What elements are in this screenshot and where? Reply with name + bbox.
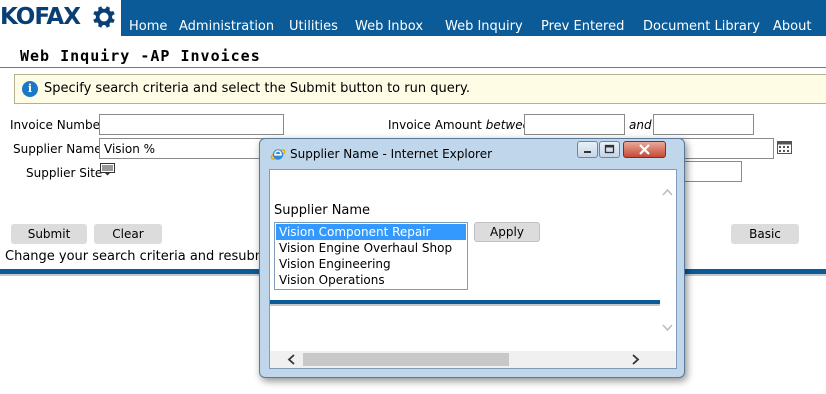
list-option[interactable]: Vision Component Repair [276,224,466,240]
maximize-icon [604,144,615,154]
nav-administration[interactable]: Administration [179,19,274,35]
list-option[interactable]: Vision Engineering [276,256,466,272]
maximize-button[interactable] [599,141,620,158]
minimize-button[interactable] [577,141,598,158]
logo-text: KOFAX [0,4,81,30]
nav-prev-entered[interactable]: Prev Entered [541,19,624,35]
info-bar: i Specify search criteria and select the… [14,74,826,104]
nav-about[interactable]: About [773,19,811,35]
list-option[interactable]: Vision Operations [276,272,466,288]
popup-content: Supplier Name Vision Component Repair Vi… [269,169,677,369]
scroll-left-icon[interactable] [287,354,295,365]
horizontal-scrollbar[interactable] [270,351,676,368]
info-icon: i [22,81,38,97]
scroll-up-icon[interactable] [662,188,673,196]
internet-explorer-icon [270,149,286,160]
popup-divider-shadow [270,304,660,306]
invoice-amount-label: Invoice Amount between [388,118,538,132]
vertical-scrollbar[interactable] [659,170,676,353]
nav-document-library[interactable]: Document Library [643,19,760,35]
list-option[interactable]: Vision Engine Overhaul Shop [276,240,466,256]
info-message: Specify search criteria and select the S… [44,81,471,96]
amount-from-input[interactable] [524,114,625,135]
page-title: Web Inquiry -AP Invoices [20,47,261,65]
app-header: KOFAX Home Administration Utilities Web … [0,0,826,36]
apply-button[interactable]: Apply [474,222,540,242]
amount-to-input[interactable] [653,114,754,135]
clear-button[interactable]: Clear [94,224,162,244]
close-icon [639,144,650,155]
title-divider [0,67,826,68]
supplier-name-input[interactable] [99,138,284,159]
and-label: and [629,118,652,132]
kofax-logo: KOFAX [0,0,121,36]
popup-window-title: Supplier Name - Internet Explorer [290,147,493,161]
invoice-amount-text: Invoice Amount [388,118,482,132]
supplier-name-listbox[interactable]: Vision Component Repair Vision Engine Ov… [274,222,468,290]
logo-mark-icon [91,4,117,30]
invoice-number-label: Invoice Number [10,118,105,132]
supplier-name-popup-window[interactable]: Supplier Name - Internet Explorer Suppli… [259,138,685,378]
nav-web-inbox[interactable]: Web Inbox [355,19,423,35]
result-message: Change your search criteria and resubmi [5,249,265,264]
supplier-name-popup-label: Supplier Name [274,203,371,218]
nav-web-inquiry[interactable]: Web Inquiry [445,19,523,35]
nav-home[interactable]: Home [129,19,167,35]
close-button[interactable] [623,141,666,158]
horizontal-scroll-thumb[interactable] [303,353,509,366]
supplier-site-label: Supplier Site [26,166,103,180]
supplier-name-label: Supplier Name [13,142,102,156]
minimize-icon [584,151,591,153]
scroll-down-icon[interactable] [662,324,673,332]
scroll-right-icon[interactable] [632,354,640,365]
list-lookup-icon[interactable] [100,163,115,176]
invoice-number-input[interactable] [99,114,284,135]
submit-button[interactable]: Submit [11,224,87,244]
nav-utilities[interactable]: Utilities [289,19,338,35]
calendar-icon[interactable] [777,141,792,154]
basic-button[interactable]: Basic [731,224,799,244]
